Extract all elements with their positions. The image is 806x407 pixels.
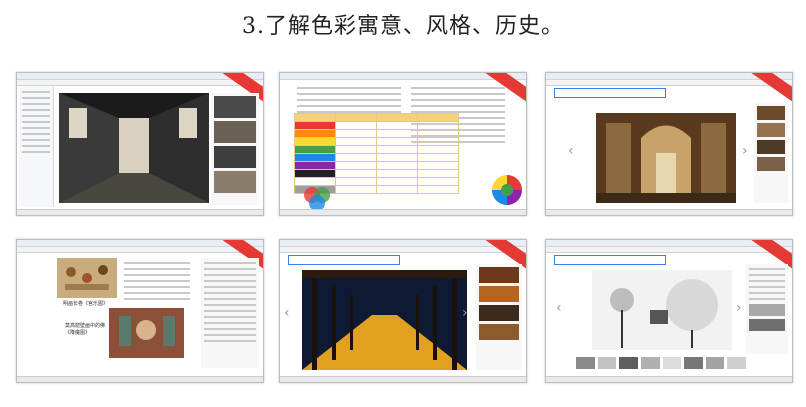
document-text bbox=[294, 83, 404, 117]
related-images-panel bbox=[746, 264, 788, 354]
screenshot-corridor-search: ‹ › bbox=[279, 239, 527, 383]
search-box[interactable] bbox=[554, 255, 666, 265]
page-heading: 3.了解色彩寓意、风格、历史。 bbox=[242, 14, 564, 39]
browser-bookmarks bbox=[280, 247, 526, 253]
browser-bookmarks bbox=[546, 80, 792, 86]
photo-studio-image bbox=[592, 270, 732, 350]
mogao-mural-painting bbox=[109, 308, 184, 358]
status-bar bbox=[280, 376, 526, 382]
browser-bookmarks bbox=[17, 247, 263, 253]
interior-photo bbox=[59, 93, 209, 203]
prev-arrow-icon[interactable]: ‹ bbox=[556, 300, 562, 316]
next-arrow-icon[interactable]: › bbox=[736, 300, 742, 316]
search-box[interactable] bbox=[288, 255, 400, 265]
status-bar bbox=[17, 376, 263, 382]
screenshot-color-document bbox=[279, 72, 527, 216]
sidebar-list bbox=[201, 258, 259, 368]
status-bar bbox=[17, 209, 263, 215]
painting-caption-2: 莫高窟壁画中的佛 《降魔图》 bbox=[65, 323, 106, 336]
thumbnail-panel bbox=[211, 93, 259, 205]
screenshot-interior-viewer bbox=[16, 72, 264, 216]
painting-caption-1: 明画长卷《宫乐图》 bbox=[63, 301, 109, 307]
screenshot-church-search: ‹ › bbox=[545, 72, 793, 216]
window-toolbar bbox=[17, 80, 263, 86]
article-text bbox=[121, 258, 193, 304]
related-images-panel bbox=[476, 264, 522, 370]
search-box[interactable] bbox=[554, 88, 666, 98]
folder-tree bbox=[19, 87, 54, 207]
next-arrow-icon[interactable]: › bbox=[742, 143, 748, 159]
palace-music-painting bbox=[57, 258, 117, 298]
thumbnail-strip bbox=[576, 357, 746, 369]
church-interior-photo bbox=[596, 113, 736, 203]
browser-bookmarks bbox=[546, 247, 792, 253]
color-wheel bbox=[492, 175, 522, 205]
screenshot-painting-article: 明画长卷《宫乐图》 莫高窟壁画中的佛 《降魔图》 bbox=[16, 239, 264, 383]
screenshot-studio-search: ‹ › bbox=[545, 239, 793, 383]
corridor-photo bbox=[302, 270, 467, 370]
next-arrow-icon[interactable]: › bbox=[462, 305, 468, 321]
prev-arrow-icon[interactable]: ‹ bbox=[568, 143, 574, 159]
status-bar bbox=[546, 376, 792, 382]
status-bar bbox=[546, 209, 792, 215]
status-bar bbox=[280, 209, 526, 215]
related-images-panel bbox=[754, 103, 788, 203]
color-meaning-table bbox=[294, 113, 459, 194]
prev-arrow-icon[interactable]: ‹ bbox=[284, 305, 290, 321]
